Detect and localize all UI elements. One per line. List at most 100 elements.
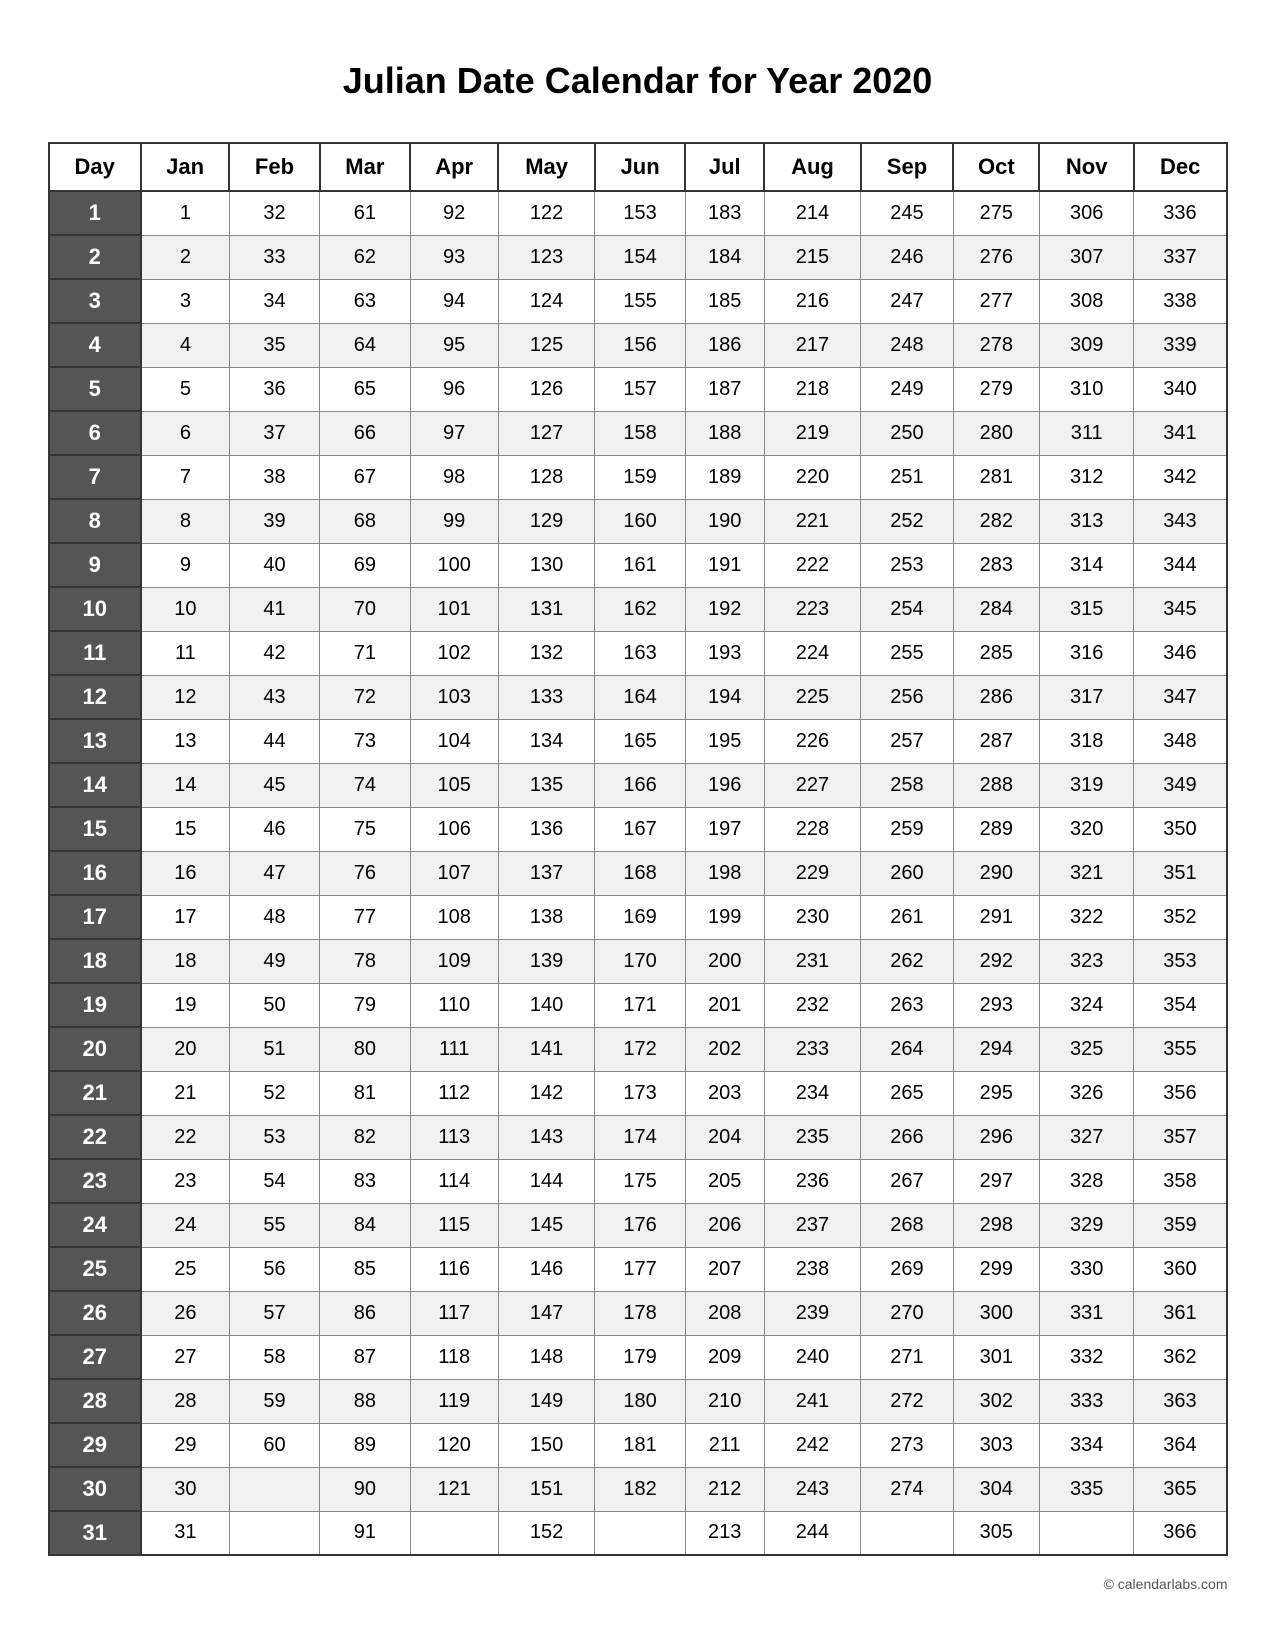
cell-jan-30: 30 <box>141 1467 229 1511</box>
cell-feb-30 <box>229 1467 319 1511</box>
cell-dec-26: 361 <box>1134 1291 1227 1335</box>
cell-dec-5: 340 <box>1134 367 1227 411</box>
cell-day-24: 24 <box>49 1203 141 1247</box>
cell-mar-18: 78 <box>320 939 410 983</box>
cell-apr-26: 117 <box>410 1291 498 1335</box>
cell-jun-20: 172 <box>595 1027 685 1071</box>
table-row: 24245584115145176206237268298329359 <box>49 1203 1227 1247</box>
table-row: 29296089120150181211242273303334364 <box>49 1423 1227 1467</box>
cell-sep-27: 271 <box>861 1335 953 1379</box>
table-row: 12124372103133164194225256286317347 <box>49 675 1227 719</box>
cell-mar-11: 71 <box>320 631 410 675</box>
col-header-jul: Jul <box>685 143 764 191</box>
cell-oct-7: 281 <box>953 455 1039 499</box>
cell-jun-31 <box>595 1511 685 1555</box>
cell-jun-6: 158 <box>595 411 685 455</box>
cell-mar-21: 81 <box>320 1071 410 1115</box>
cell-day-18: 18 <box>49 939 141 983</box>
cell-dec-23: 358 <box>1134 1159 1227 1203</box>
cell-oct-24: 298 <box>953 1203 1039 1247</box>
cell-jun-8: 160 <box>595 499 685 543</box>
cell-apr-15: 106 <box>410 807 498 851</box>
table-row: 15154675106136167197228259289320350 <box>49 807 1227 851</box>
cell-jul-29: 211 <box>685 1423 764 1467</box>
cell-aug-3: 216 <box>764 279 861 323</box>
cell-apr-30: 121 <box>410 1467 498 1511</box>
cell-day-2: 2 <box>49 235 141 279</box>
cell-day-3: 3 <box>49 279 141 323</box>
cell-jul-12: 194 <box>685 675 764 719</box>
cell-mar-6: 66 <box>320 411 410 455</box>
cell-sep-11: 255 <box>861 631 953 675</box>
page-title: Julian Date Calendar for Year 2020 <box>343 60 933 102</box>
cell-feb-25: 56 <box>229 1247 319 1291</box>
cell-aug-11: 224 <box>764 631 861 675</box>
cell-nov-14: 319 <box>1039 763 1134 807</box>
cell-apr-28: 119 <box>410 1379 498 1423</box>
cell-may-28: 149 <box>498 1379 595 1423</box>
cell-day-28: 28 <box>49 1379 141 1423</box>
cell-apr-10: 101 <box>410 587 498 631</box>
cell-jul-7: 189 <box>685 455 764 499</box>
cell-jan-24: 24 <box>141 1203 229 1247</box>
cell-jan-3: 3 <box>141 279 229 323</box>
cell-apr-7: 98 <box>410 455 498 499</box>
cell-dec-7: 342 <box>1134 455 1227 499</box>
cell-aug-24: 237 <box>764 1203 861 1247</box>
cell-dec-24: 359 <box>1134 1203 1227 1247</box>
cell-nov-4: 309 <box>1039 323 1134 367</box>
cell-feb-26: 57 <box>229 1291 319 1335</box>
table-row: 88396899129160190221252282313343 <box>49 499 1227 543</box>
cell-oct-23: 297 <box>953 1159 1039 1203</box>
cell-aug-31: 244 <box>764 1511 861 1555</box>
cell-jul-23: 205 <box>685 1159 764 1203</box>
cell-jan-7: 7 <box>141 455 229 499</box>
cell-oct-1: 275 <box>953 191 1039 235</box>
cell-feb-11: 42 <box>229 631 319 675</box>
cell-aug-13: 226 <box>764 719 861 763</box>
cell-aug-23: 236 <box>764 1159 861 1203</box>
cell-nov-19: 324 <box>1039 983 1134 1027</box>
cell-jun-13: 165 <box>595 719 685 763</box>
cell-dec-27: 362 <box>1134 1335 1227 1379</box>
cell-jul-30: 212 <box>685 1467 764 1511</box>
cell-feb-20: 51 <box>229 1027 319 1071</box>
cell-mar-28: 88 <box>320 1379 410 1423</box>
table-row: 16164776107137168198229260290321351 <box>49 851 1227 895</box>
cell-jul-6: 188 <box>685 411 764 455</box>
cell-apr-21: 112 <box>410 1071 498 1115</box>
cell-day-11: 11 <box>49 631 141 675</box>
cell-may-26: 147 <box>498 1291 595 1335</box>
cell-day-9: 9 <box>49 543 141 587</box>
cell-jul-13: 195 <box>685 719 764 763</box>
cell-aug-17: 230 <box>764 895 861 939</box>
cell-oct-22: 296 <box>953 1115 1039 1159</box>
cell-jun-27: 179 <box>595 1335 685 1379</box>
cell-nov-31 <box>1039 1511 1134 1555</box>
cell-jul-28: 210 <box>685 1379 764 1423</box>
cell-nov-3: 308 <box>1039 279 1134 323</box>
cell-dec-11: 346 <box>1134 631 1227 675</box>
table-body: 1132619212215318321424527530633622336293… <box>49 191 1227 1555</box>
cell-jun-21: 173 <box>595 1071 685 1115</box>
cell-nov-7: 312 <box>1039 455 1134 499</box>
cell-dec-22: 357 <box>1134 1115 1227 1159</box>
table-row: 55366596126157187218249279310340 <box>49 367 1227 411</box>
cell-apr-12: 103 <box>410 675 498 719</box>
cell-may-13: 134 <box>498 719 595 763</box>
cell-day-5: 5 <box>49 367 141 411</box>
cell-sep-10: 254 <box>861 587 953 631</box>
cell-nov-12: 317 <box>1039 675 1134 719</box>
cell-day-15: 15 <box>49 807 141 851</box>
cell-feb-24: 55 <box>229 1203 319 1247</box>
cell-feb-5: 36 <box>229 367 319 411</box>
cell-jan-1: 1 <box>141 191 229 235</box>
cell-jan-27: 27 <box>141 1335 229 1379</box>
cell-may-5: 126 <box>498 367 595 411</box>
cell-mar-24: 84 <box>320 1203 410 1247</box>
cell-aug-10: 223 <box>764 587 861 631</box>
cell-aug-29: 242 <box>764 1423 861 1467</box>
cell-oct-11: 285 <box>953 631 1039 675</box>
cell-feb-19: 50 <box>229 983 319 1027</box>
cell-jul-9: 191 <box>685 543 764 587</box>
